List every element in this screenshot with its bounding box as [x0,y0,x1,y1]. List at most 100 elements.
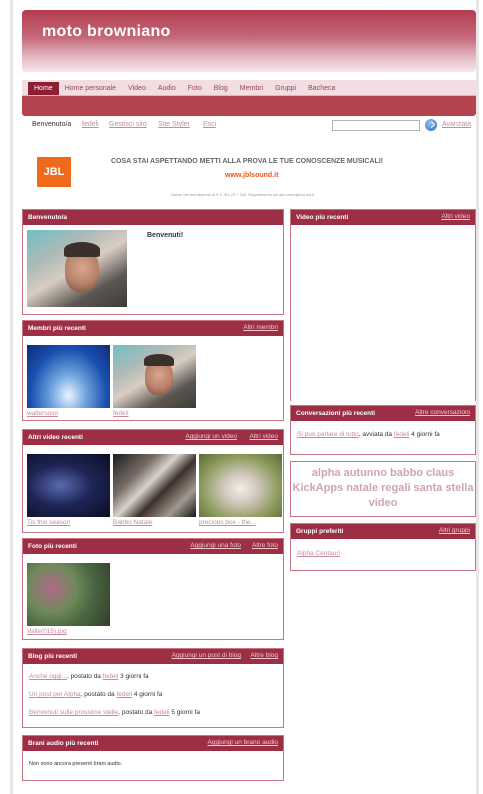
more-groups-link[interactable]: Altri gruppi [439,527,470,534]
avatar-hair [64,242,100,257]
conversation-by: , avviata da [358,431,394,438]
conversation-author[interactable]: fedeli [394,431,410,438]
welcome-message: Benvenuti! [147,232,184,239]
more-members-link[interactable]: Altri membri [243,324,278,331]
more-photos-link[interactable]: Altre foto [252,542,278,549]
welcome-box-title-text: Benvenuto/a [28,214,68,221]
photo-caption[interactable]: Valle(015).jpg [27,628,109,635]
group-item[interactable]: Alpha Centauri [297,550,340,557]
tag-cloud[interactable]: alpha autunno babbo claus KickApps natal… [290,461,476,517]
welcome-box-title: Benvenuto/a [23,210,283,225]
search-button-icon[interactable] [425,119,437,131]
blog-post-when: 4 giorni fa [132,691,163,698]
member-name[interactable]: fedeli [113,410,193,417]
blog-post-when: 3 giorni fa [118,673,149,680]
video-thumb[interactable] [27,454,110,517]
member-hair [144,354,174,366]
advanced-search-link[interactable]: Avanzata [442,121,471,128]
nav-tabs: Home Home personale Video Audio Foto Blo… [28,82,341,95]
tab-blog[interactable]: Blog [208,82,234,95]
blog-post: Anche oggi..., postato da fedeli 3 giorn… [29,673,149,680]
manage-site-link[interactable]: Gestisci sito [109,121,147,128]
welcome-label: Benvenuto/a [32,121,72,128]
search-input[interactable] [332,120,420,131]
recent-video-box: Video più recenti Altri video [290,209,476,401]
conversation-title[interactable]: Si può parlare di tutto [297,431,359,438]
photos-box: Foto più recenti Aggiungi una foto Altre… [22,538,284,640]
more-conversations-link[interactable]: Altre conversazioni [415,409,470,416]
more-blogs-link[interactable]: Altre blog [251,652,278,659]
videos-box-header: Altri video recenti Aggiungi un video Al… [23,430,283,445]
banner-headline: COSA STAI ASPETTANDO METTI ALLA PROVA LE… [111,158,384,165]
site-title[interactable]: moto browniano [42,23,171,41]
user-link[interactable]: fedeli [82,121,99,128]
blog-post: Benvenuti sulle prossime stelle, postato… [29,709,200,716]
jbl-logo: JBL [37,157,71,187]
video-caption[interactable]: Tis this season [27,519,109,526]
audio-box-header: Brani audio più recenti Aggiungi un bran… [23,736,283,751]
blog-post-when: 5 giorni fa [169,709,200,716]
add-photo-link[interactable]: Aggiungi una foto [190,542,241,549]
welcome-avatar[interactable] [27,230,127,307]
tab-home-personale[interactable]: Home personale [59,82,122,95]
blog-box: Blog più recenti Aggiungi un post di blo… [22,648,284,728]
blog-post-title[interactable]: Anche oggi... [29,673,67,680]
conversations-box: Conversazioni più recenti Altre conversa… [290,405,476,455]
groups-box: Gruppi preferiti Altri gruppi Alpha Cent… [290,523,476,571]
tab-audio[interactable]: Audio [152,82,182,95]
video-thumb[interactable] [199,454,282,517]
videos-box: Altri video recenti Aggiungi un video Al… [22,429,284,533]
conversation-when: 4 giorni fa [409,431,440,438]
add-video-link[interactable]: Aggiungi un video [185,433,237,440]
main-nav: Home Home personale Video Audio Foto Blo… [22,80,476,116]
members-box: Membri più recenti Altri membri walterso… [22,320,284,421]
recent-video-box-title: Video più recenti [296,214,349,221]
recent-video-box-header: Video più recenti Altri video [291,210,475,225]
blog-box-header: Blog più recenti Aggiungi un post di blo… [23,649,283,664]
more-recent-videos-link[interactable]: Altri video [441,213,470,220]
video-thumb[interactable] [113,454,196,517]
conversation-item: Si può parlare di tutto, avviata da fede… [297,431,440,438]
nav-tab-strip: Home Home personale Video Audio Foto Blo… [22,80,476,96]
groups-box-title: Gruppi preferiti [296,528,344,535]
members-box-title: Membri più recenti [28,325,86,332]
blog-post: Un post per Alpha, postato da fedeli 4 g… [29,691,162,698]
blog-post-author[interactable]: fedeli [154,709,170,716]
tab-bacheca[interactable]: Bacheca [302,82,341,95]
member-name[interactable]: waltersoso [27,410,107,417]
audio-box-title: Brani audio più recenti [28,740,99,747]
audio-box: Brani audio più recenti Aggiungi un bran… [22,735,284,781]
member-thumb-waltersoso[interactable] [27,345,110,408]
conversations-box-title: Conversazioni più recenti [296,410,376,417]
banner-url: www.jblsound.it [225,172,279,179]
conversations-box-header: Conversazioni più recenti Altre conversa… [291,406,475,421]
tab-membri[interactable]: Membri [234,82,269,95]
blog-box-title: Blog più recenti [28,653,78,660]
page: moto browniano Home Home personale Video… [10,0,479,794]
tab-home[interactable]: Home [28,82,59,95]
blog-post-title[interactable]: Benvenuti sulle prossime stelle [29,709,118,716]
blog-post-author[interactable]: fedeli [116,691,132,698]
video-caption[interactable]: precious box - the... [199,519,281,526]
ad-banner[interactable]: JBL COSA STAI ASPETTANDO METTI ALLA PROV… [33,148,476,205]
site-styler-link[interactable]: Site Styler [158,121,190,128]
video-caption[interactable]: Babbo Natale [113,519,195,526]
welcome-box: Benvenuto/a Benvenuti! [22,209,284,315]
user-bar: Benvenuto/a fedeli Gestisci sito Site St… [32,119,476,133]
tab-video[interactable]: Video [122,82,152,95]
blog-post-author[interactable]: fedeli [103,673,119,680]
member-thumb-fedeli[interactable] [113,345,196,408]
photo-thumb[interactable] [27,563,110,626]
more-videos-link[interactable]: Altri video [249,433,278,440]
tab-gruppi[interactable]: Gruppi [269,82,302,95]
photos-box-header: Foto più recenti Aggiungi una foto Altre… [23,539,283,554]
add-audio-link[interactable]: Aggiungi un brano audio [208,739,278,746]
photos-box-title: Foto più recenti [28,543,77,550]
logout-link[interactable]: Esci [203,121,216,128]
add-blog-post-link[interactable]: Aggiungi un post di blog [172,652,241,659]
blog-post-by: , postato da [118,709,155,716]
blog-post-by: , postato da [66,673,103,680]
blog-post-title[interactable]: Un post per Alpha [29,691,81,698]
videos-box-title: Altri video recenti [28,434,83,441]
tab-foto[interactable]: Foto [182,82,208,95]
